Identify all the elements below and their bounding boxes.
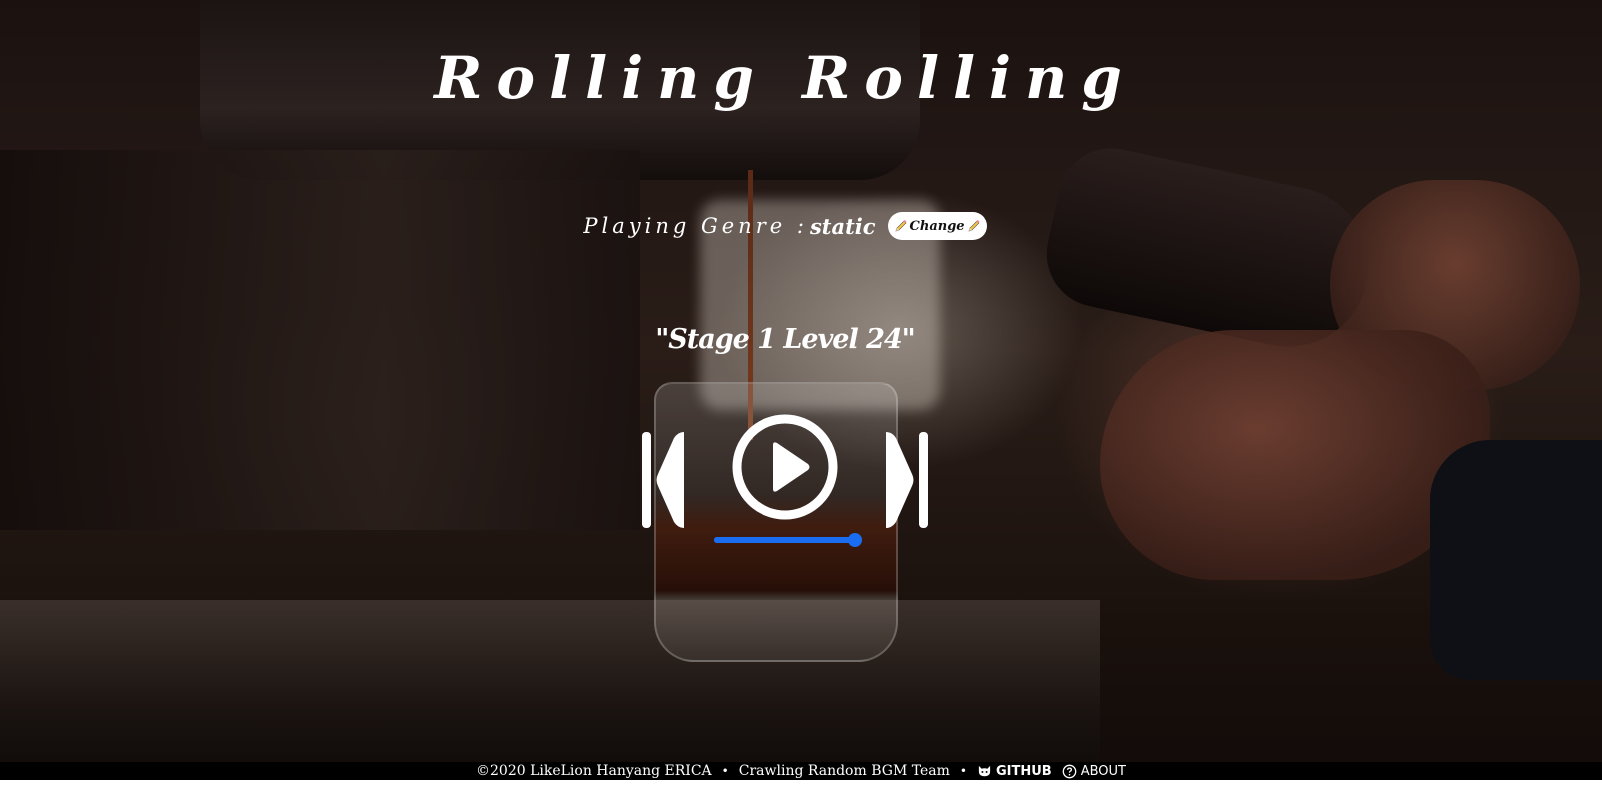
footer-copyright: ©2020 LikeLion Hanyang ERICA bbox=[476, 763, 712, 779]
genre-label: Playing Genre : bbox=[583, 214, 808, 238]
footer-separator: • bbox=[959, 764, 967, 778]
github-label: GITHUB bbox=[995, 763, 1052, 779]
about-label: ABOUT bbox=[1080, 763, 1126, 779]
skip-next-icon bbox=[886, 432, 928, 528]
drip-tray bbox=[0, 600, 1100, 778]
play-circle-icon bbox=[732, 414, 838, 520]
app-title: Rolling Rolling bbox=[434, 44, 1136, 112]
background-image bbox=[0, 0, 1602, 778]
footer: ©2020 LikeLion Hanyang ERICA • Crawling … bbox=[0, 762, 1602, 780]
github-link[interactable]: GITHUB bbox=[977, 764, 1052, 779]
about-link[interactable]: ABOUT bbox=[1062, 764, 1126, 779]
player-controls bbox=[640, 412, 930, 532]
progress-thumb[interactable] bbox=[847, 533, 862, 547]
bottom-strip bbox=[0, 780, 1602, 797]
change-button-label: Change bbox=[909, 218, 965, 234]
github-cat-icon bbox=[977, 764, 992, 779]
pencil-icon bbox=[967, 219, 981, 233]
track-title: "Stage 1 Level 24" bbox=[655, 324, 916, 355]
pencil-icon bbox=[894, 219, 908, 233]
progress-fill bbox=[714, 537, 855, 543]
footer-separator: • bbox=[721, 764, 729, 778]
question-circle-icon bbox=[1062, 764, 1077, 779]
previous-track-button[interactable] bbox=[640, 428, 688, 532]
barista-sleeve bbox=[1430, 440, 1602, 680]
genre-value: static bbox=[809, 213, 876, 239]
skip-previous-icon bbox=[642, 432, 684, 528]
change-genre-button[interactable]: Change bbox=[887, 212, 987, 240]
footer-team: Crawling Random BGM Team bbox=[738, 763, 950, 779]
progress-bar[interactable] bbox=[714, 533, 862, 547]
play-button[interactable] bbox=[730, 412, 840, 522]
next-track-button[interactable] bbox=[882, 428, 930, 532]
genre-row: Playing Genre : static Change bbox=[0, 212, 1570, 240]
